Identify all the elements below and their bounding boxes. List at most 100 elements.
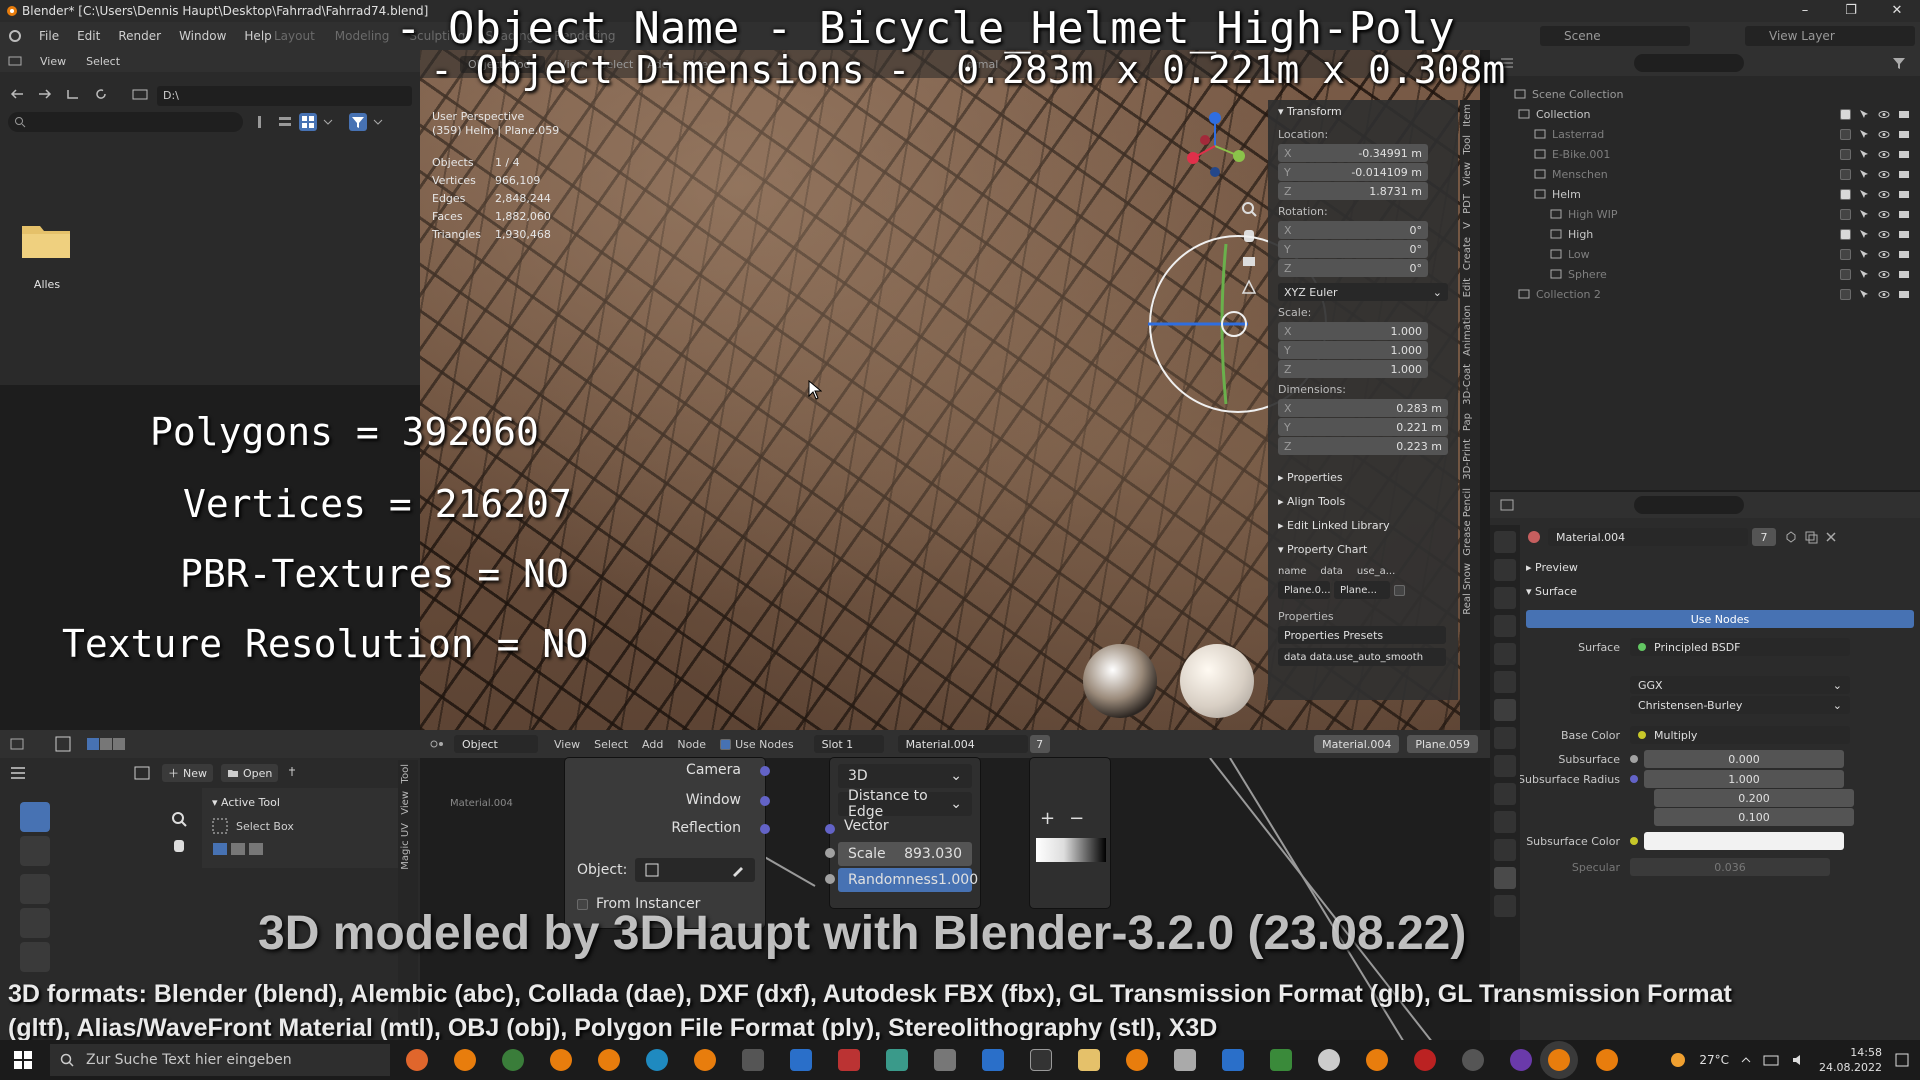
- eye-icon[interactable]: [1878, 169, 1890, 180]
- render-camera-icon[interactable]: [1898, 169, 1910, 180]
- eye-icon[interactable]: [1878, 289, 1890, 300]
- scale-socket[interactable]: [825, 848, 835, 858]
- blender-icon[interactable]: [1126, 1049, 1148, 1071]
- select-mode-icon[interactable]: [54, 735, 72, 753]
- chrome-icon[interactable]: [502, 1049, 524, 1071]
- volume-icon[interactable]: [1791, 1053, 1807, 1067]
- select-arrow-icon[interactable]: [1859, 129, 1870, 140]
- editor-type-icon[interactable]: [0, 738, 34, 750]
- voronoi-dimension-dropdown[interactable]: 3D ⌄: [838, 764, 972, 788]
- outliner-row[interactable]: Lasterrad: [1490, 124, 1920, 144]
- list-vertical-icon[interactable]: [255, 114, 271, 130]
- exclude-checkbox[interactable]: [1840, 228, 1851, 240]
- app-icon[interactable]: [1510, 1049, 1532, 1071]
- image-tab-tool[interactable]: Tool: [398, 760, 413, 787]
- exclude-checkbox[interactable]: [1840, 188, 1851, 200]
- window-socket[interactable]: [760, 796, 770, 806]
- outliner-row[interactable]: Menschen: [1490, 164, 1920, 184]
- subsurface-radius-x[interactable]: 1.000: [1644, 770, 1844, 788]
- app-icon[interactable]: [886, 1049, 908, 1071]
- sidebar-tab-edit[interactable]: Edit: [1460, 274, 1475, 301]
- select-arrow-icon[interactable]: [1859, 269, 1870, 280]
- app-icon[interactable]: [742, 1049, 764, 1071]
- align-tools-section-header[interactable]: ▸ Align Tools: [1278, 490, 1448, 514]
- blender-icon[interactable]: [694, 1049, 716, 1071]
- outliner-scene-collection[interactable]: Scene Collection: [1490, 84, 1920, 104]
- output-tab-icon[interactable]: [1494, 587, 1516, 609]
- editor-type-icon[interactable]: [1490, 499, 1524, 511]
- modifier-tab-icon[interactable]: [1494, 727, 1516, 749]
- exclude-checkbox[interactable]: [1840, 128, 1851, 140]
- voronoi-feature-dropdown[interactable]: Distance to Edge ⌄: [838, 788, 972, 820]
- base-color-field[interactable]: Multiply: [1630, 726, 1850, 744]
- ne-material-field[interactable]: Material.004: [897, 735, 1028, 753]
- blender-icon[interactable]: [550, 1049, 572, 1071]
- fb-menu-view[interactable]: View: [30, 55, 76, 68]
- surface-section-header[interactable]: ▾ Surface: [1526, 580, 1577, 604]
- editor-type-icon[interactable]: [0, 55, 30, 67]
- exclude-checkbox[interactable]: [1840, 208, 1851, 220]
- use-nodes-button[interactable]: Use Nodes: [1526, 610, 1914, 628]
- edit-linked-library-section-header[interactable]: ▸ Edit Linked Library: [1278, 514, 1448, 538]
- terminal-icon[interactable]: [1030, 1049, 1052, 1071]
- scale-y-field[interactable]: Y 1.000: [1278, 341, 1428, 359]
- taskbar-search-input[interactable]: Zur Suche Text hier eingeben: [50, 1044, 390, 1076]
- rotation-z-field[interactable]: Z 0°: [1278, 259, 1428, 277]
- cursor-tool-icon[interactable]: [20, 836, 50, 866]
- physics-tab-icon[interactable]: [1494, 783, 1516, 805]
- editor-type-icon[interactable]: [420, 738, 454, 750]
- exclude-checkbox[interactable]: [1840, 248, 1851, 260]
- weather-icon[interactable]: [1669, 1051, 1687, 1069]
- fb-menu-select[interactable]: Select: [76, 55, 130, 68]
- transform-section-header[interactable]: ▾ Transform: [1278, 100, 1448, 124]
- app-icon[interactable]: [1462, 1049, 1484, 1071]
- menu-edit[interactable]: Edit: [68, 22, 109, 50]
- render-camera-icon[interactable]: [1898, 249, 1910, 260]
- app-icon[interactable]: [838, 1049, 860, 1071]
- exclude-checkbox[interactable]: [1840, 108, 1851, 120]
- select-arrow-icon[interactable]: [1859, 249, 1870, 260]
- active-tool-header[interactable]: ▾ Active Tool: [212, 794, 392, 812]
- app-icon[interactable]: [1270, 1049, 1292, 1071]
- properties-search-input[interactable]: [1634, 496, 1744, 514]
- voronoi-scale-field[interactable]: Scale 893.030: [838, 842, 972, 866]
- ramp-remove-icon[interactable]: −: [1069, 808, 1084, 829]
- image-tab-view[interactable]: View: [398, 787, 413, 819]
- location-y-field[interactable]: Y -0.014109 m: [1278, 163, 1428, 181]
- location-z-field[interactable]: Z 1.8731 m: [1278, 182, 1428, 200]
- chevron-down-icon[interactable]: [323, 117, 333, 127]
- outliner-row[interactable]: High WIP: [1490, 204, 1920, 224]
- dimensions-z-field[interactable]: Z 0.223 m: [1278, 437, 1448, 455]
- view-layer-selector[interactable]: View Layer: [1745, 26, 1915, 46]
- constraints-tab-icon[interactable]: [1494, 811, 1516, 833]
- render-camera-icon[interactable]: [1898, 189, 1910, 200]
- eye-icon[interactable]: [1878, 189, 1890, 200]
- render-camera-icon[interactable]: [1898, 229, 1910, 240]
- blender-icon[interactable]: [1596, 1049, 1618, 1071]
- scale-z-field[interactable]: Z 1.000: [1278, 360, 1428, 378]
- exclude-checkbox[interactable]: [1840, 148, 1851, 160]
- filter-icon[interactable]: [1892, 56, 1906, 70]
- image-tab-magic-uv[interactable]: Magic UV: [398, 819, 413, 874]
- back-arrow-icon[interactable]: [10, 88, 24, 100]
- select-arrow-icon[interactable]: [1859, 209, 1870, 220]
- unlink-icon[interactable]: [1824, 530, 1838, 544]
- explorer-icon[interactable]: [1078, 1049, 1100, 1071]
- chart-use-checkbox[interactable]: [1394, 585, 1405, 596]
- preview-section-header[interactable]: ▸ Preview: [1526, 556, 1578, 580]
- object-tab-icon[interactable]: [1494, 699, 1516, 721]
- sidebar-tab-animation[interactable]: Animation: [1460, 301, 1475, 360]
- outliner-row[interactable]: E-Bike.001: [1490, 144, 1920, 164]
- tray-chevron-icon[interactable]: [1741, 1055, 1751, 1065]
- camera-socket[interactable]: [760, 766, 770, 776]
- dimensions-y-field[interactable]: Y 0.221 m: [1278, 418, 1448, 436]
- eye-icon[interactable]: [1878, 269, 1890, 280]
- eye-icon[interactable]: [1878, 229, 1890, 240]
- properties-presets-dropdown[interactable]: Properties Presets: [1278, 626, 1446, 644]
- blender-menu-icon[interactable]: [0, 29, 30, 43]
- data-path-field[interactable]: data data.use_auto_smooth: [1278, 648, 1446, 666]
- blender-active-icon[interactable]: [1548, 1049, 1570, 1071]
- rotate-tool-icon[interactable]: [20, 908, 50, 938]
- calendar-icon[interactable]: [1222, 1049, 1244, 1071]
- new-folder-icon[interactable]: [132, 88, 148, 100]
